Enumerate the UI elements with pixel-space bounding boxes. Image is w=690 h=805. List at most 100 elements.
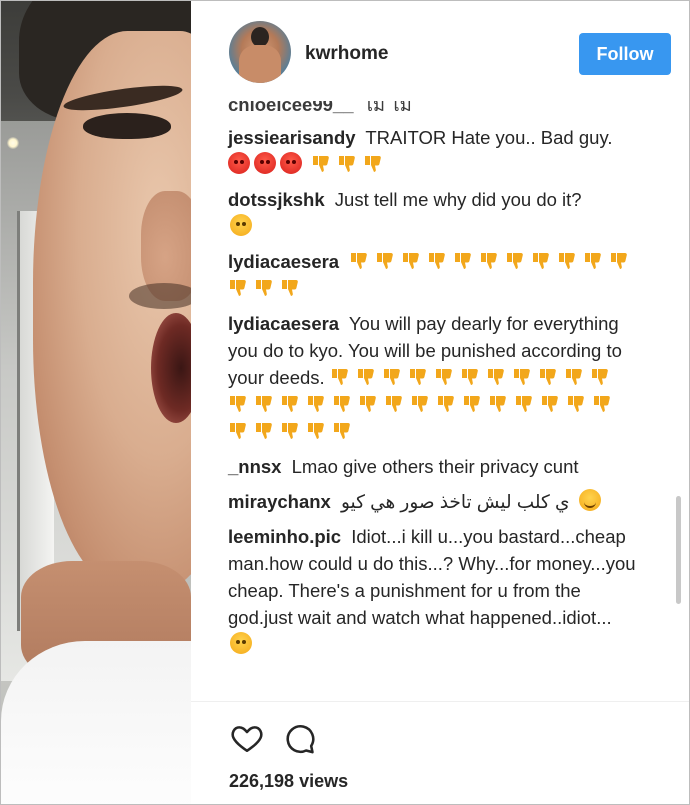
follow-button[interactable]: Follow: [579, 33, 671, 75]
comment-text: Lmao give others their privacy cunt: [291, 456, 579, 477]
thumbs-down-emoji: [228, 421, 250, 441]
thumbs-down-emoji: [427, 251, 449, 271]
thumbs-down-emoji: [382, 367, 404, 387]
thumbs-down-emoji: [590, 367, 612, 387]
comment-emoji: [228, 214, 252, 237]
thumbs-down-emoji: [592, 394, 614, 414]
post-header: kwrhome Follow: [191, 1, 689, 101]
thumbs-down-emoji: [280, 421, 302, 441]
comment-text: ي كلب ليش تاخذ صور هي كيو: [340, 491, 570, 512]
thumbs-down-emoji: [254, 278, 276, 298]
comment-username[interactable]: dotssjkshk: [228, 189, 325, 210]
avatar[interactable]: [229, 21, 291, 83]
comment-text: TRAITOR Hate you.. Bad guy.: [365, 127, 613, 148]
thumbs-down-emoji: [486, 367, 508, 387]
thumbs-down-emoji: [332, 394, 354, 414]
comment: leeminho.pic Idiot...i kill u...you bast…: [228, 523, 638, 658]
angry-red-emoji: [228, 152, 250, 174]
thumbs-down-emoji: [375, 251, 397, 271]
comment-username[interactable]: lydiacaesera: [228, 251, 339, 272]
comment: chloeicee99__ ไม่ ไม่: [228, 101, 638, 118]
thumbs-down-emoji: [254, 421, 276, 441]
thumbs-down-emoji: [540, 394, 562, 414]
thumbs-down-emoji: [583, 251, 605, 271]
comment-list: chloeicee99__ ไม่ ไม่ jessiearisandy TRA…: [228, 101, 638, 666]
thumbs-down-emoji: [410, 394, 432, 414]
comment-bubble-icon: [286, 725, 315, 754]
post-panel: kwrhome Follow chloeicee99__ ไม่ ไม่ jes…: [191, 1, 689, 804]
comment-emoji: [228, 152, 389, 175]
thumbs-down-emoji: [306, 394, 328, 414]
thumbs-down-emoji: [538, 367, 560, 387]
thumbs-down-emoji: [280, 394, 302, 414]
comment-username[interactable]: chloeicee99__: [228, 101, 353, 115]
thumbs-down-emoji: [453, 251, 475, 271]
avatar-head: [251, 27, 269, 47]
comment-username[interactable]: leeminho.pic: [228, 526, 341, 547]
thumbs-down-emoji: [363, 154, 385, 174]
thumbs-down-emoji: [462, 394, 484, 414]
thumbs-down-emoji: [384, 394, 406, 414]
comment-username[interactable]: lydiacaesera: [228, 313, 339, 334]
thumbs-down-emoji: [228, 394, 250, 414]
comment-emoji: [575, 489, 601, 512]
thumbs-down-emoji: [514, 394, 536, 414]
smile-emoji: [578, 489, 601, 511]
thumbs-down-emoji: [349, 251, 371, 271]
heart-icon: [231, 726, 263, 753]
video-player[interactable]: [1, 1, 191, 804]
divider: [191, 701, 689, 702]
avatar-torso: [239, 45, 281, 83]
thumbs-down-emoji: [306, 421, 328, 441]
eye: [83, 113, 171, 139]
thumbs-down-emoji: [505, 251, 527, 271]
thumbs-down-emoji: [280, 278, 302, 298]
post-actions: [229, 721, 429, 761]
thumbs-down-emoji: [401, 251, 423, 271]
username[interactable]: kwrhome: [305, 43, 388, 65]
thumbs-down-emoji: [488, 394, 510, 414]
thumbs-down-emoji: [311, 154, 333, 174]
comment-username[interactable]: jessiearisandy: [228, 127, 356, 148]
comment-text: ไม่ ไม่: [363, 101, 412, 115]
thumbs-down-emoji: [330, 367, 352, 387]
thumbs-down-emoji: [531, 251, 553, 271]
thumbs-down-emoji: [557, 251, 579, 271]
comment-button[interactable]: [281, 721, 317, 757]
thumbs-down-emoji: [609, 251, 631, 271]
thumbs-down-emoji: [564, 367, 586, 387]
thumbs-down-emoji: [512, 367, 534, 387]
thumbs-down-emoji: [358, 394, 380, 414]
comment: miraychanx ي كلب ليش تاخذ صور هي كيو: [228, 488, 638, 515]
thumbs-down-emoji: [566, 394, 588, 414]
like-button[interactable]: [229, 721, 265, 757]
comments-scrollbar[interactable]: [676, 496, 681, 604]
ceiling-light: [7, 137, 19, 149]
comment: lydiacaesera You will pay dearly for eve…: [228, 310, 638, 445]
comment: jessiearisandy TRAITOR Hate you.. Bad gu…: [228, 124, 638, 178]
angry-red-emoji: [254, 152, 276, 174]
thumbs-down-emoji: [434, 367, 456, 387]
mustache: [129, 283, 191, 309]
thumbs-down-emoji: [408, 367, 430, 387]
thumbs-down-emoji: [460, 367, 482, 387]
comment-username[interactable]: _nnsx: [228, 456, 281, 477]
instagram-post-window: kwrhome Follow chloeicee99__ ไม่ ไม่ jes…: [0, 0, 690, 805]
comment: lydiacaesera: [228, 248, 638, 302]
thumbs-down-emoji: [228, 278, 250, 298]
comment: _nnsx Lmao give others their privacy cun…: [228, 453, 638, 480]
comments-section[interactable]: chloeicee99__ ไม่ ไม่ jessiearisandy TRA…: [191, 101, 689, 701]
comment-emoji: [228, 632, 252, 655]
white-shirt: [1, 641, 191, 804]
comment-username[interactable]: miraychanx: [228, 491, 331, 512]
thumbs-down-emoji: [332, 421, 354, 441]
comment: dotssjkshk Just tell me why did you do i…: [228, 186, 638, 240]
thumbs-down-emoji: [436, 394, 458, 414]
angry-red-emoji: [280, 152, 302, 174]
thumbs-down-emoji: [356, 367, 378, 387]
angry-face-emoji: [230, 214, 252, 236]
angry-face-emoji: [230, 632, 252, 654]
comment-text: Just tell me why did you do it?: [334, 189, 582, 210]
thumbs-down-emoji: [337, 154, 359, 174]
thumbs-down-emoji: [254, 394, 276, 414]
